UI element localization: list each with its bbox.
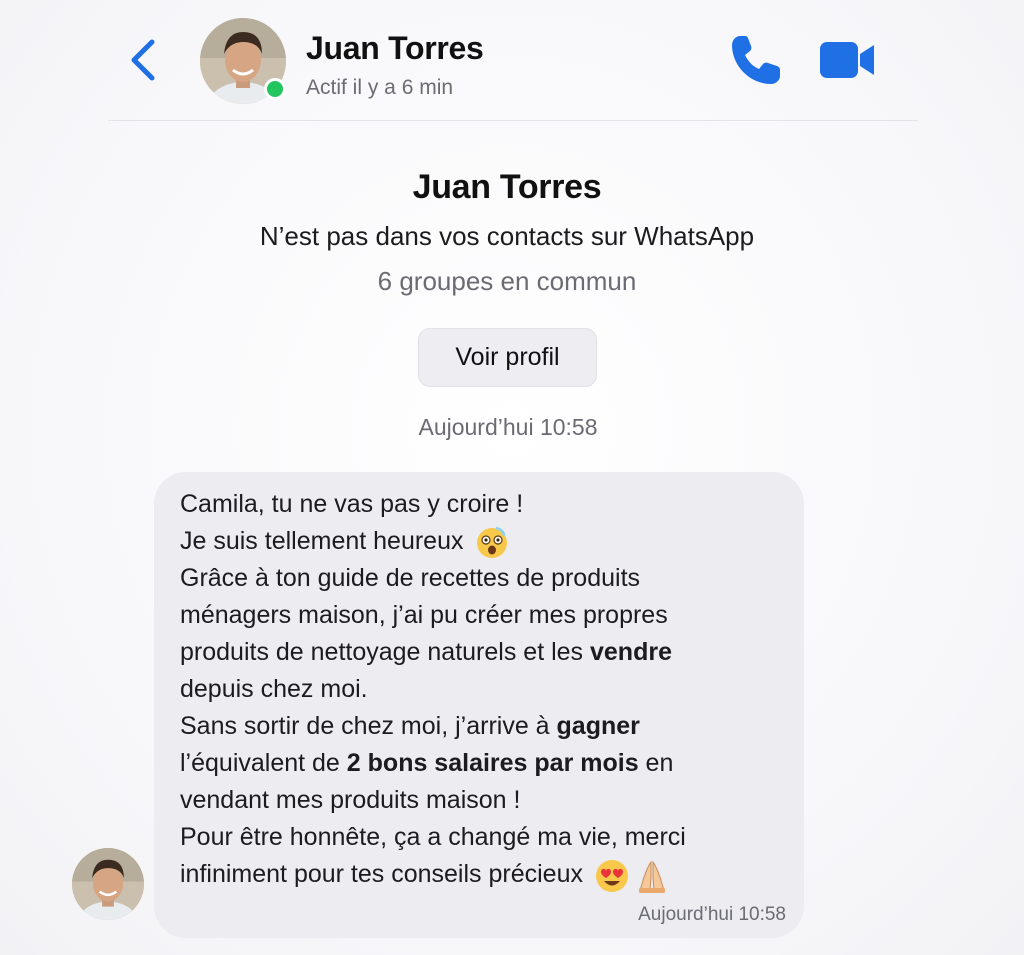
- phone-icon: [732, 36, 780, 84]
- video-camera-icon: [820, 42, 874, 78]
- message-text: infiniment pour tes conseils précieux: [180, 860, 583, 889]
- message-text: Sans sortir de chez moi, j’arrive à: [180, 712, 557, 741]
- astonished-face-emoji: [477, 527, 508, 559]
- message-line: depuis chez moi.: [180, 675, 368, 704]
- message-bold-text: gagner: [556, 712, 640, 741]
- contact-name[interactable]: Juan Torres: [306, 30, 484, 67]
- folded-hands-emoji: [638, 860, 665, 893]
- video-call-button[interactable]: [818, 36, 878, 84]
- heart-eyes-emoji: [595, 859, 628, 892]
- message-text: Je suis tellement heureux: [180, 527, 464, 555]
- common-groups-text: 6 groupes en commun: [377, 266, 637, 296]
- message-bold-text: 2 bons salaires par mois: [346, 749, 639, 778]
- chat-header: Juan Torres Actif il y a 6 min: [108, 0, 918, 121]
- contact-avatar[interactable]: [200, 18, 286, 104]
- message-timestamp: Aujourd’hui 10:58: [638, 904, 786, 925]
- contact-intro: Juan Torres N’est pas dans vos contacts …: [0, 168, 1014, 297]
- contact-status: Actif il y a 6 min: [306, 76, 454, 99]
- message-line: Grâce à ton guide de recettes de produit…: [180, 564, 641, 593]
- chevron-left-icon: [131, 39, 155, 81]
- intro-name: Juan Torres: [412, 168, 602, 206]
- voice-call-button[interactable]: [726, 32, 784, 90]
- message-text: produits de nettoyage naturels et les: [180, 638, 590, 667]
- not-in-contacts-text: N’est pas dans vos contacts sur WhatsApp: [259, 221, 755, 251]
- date-divider: Aujourd’hui 10:58: [418, 414, 598, 440]
- message-line: produits de nettoyage naturels et les ve…: [180, 634, 780, 671]
- message-line: vendant mes produits maison !: [180, 786, 521, 815]
- message-line: infiniment pour tes conseils précieux: [180, 856, 780, 893]
- chat-screen: Juan Torres Actif il y a 6 min Juan Torr…: [0, 0, 1024, 955]
- message-line: Pour être honnête, ça a changé ma vie, m…: [180, 823, 686, 852]
- message-line: Je suis tellement heureux: [180, 523, 780, 560]
- sender-avatar[interactable]: [72, 848, 144, 920]
- online-indicator: [264, 78, 286, 100]
- view-profile-button[interactable]: Voir profil: [418, 328, 597, 387]
- message-text: l’équivalent de: [180, 749, 347, 778]
- message-text: en: [638, 749, 674, 778]
- message-line: ménagers maison, j’ai pu créer mes propr…: [180, 601, 668, 630]
- back-button[interactable]: [126, 36, 166, 84]
- message-line: Sans sortir de chez moi, j’arrive à gagn…: [180, 708, 780, 745]
- message-bold-text: vendre: [590, 638, 672, 667]
- message-line: Camila, tu ne vas pas y croire !: [180, 490, 524, 518]
- message-line: l’équivalent de 2 bons salaires par mois…: [180, 745, 780, 782]
- message-bubble[interactable]: Camila, tu ne vas pas y croire ! Je suis…: [154, 472, 804, 938]
